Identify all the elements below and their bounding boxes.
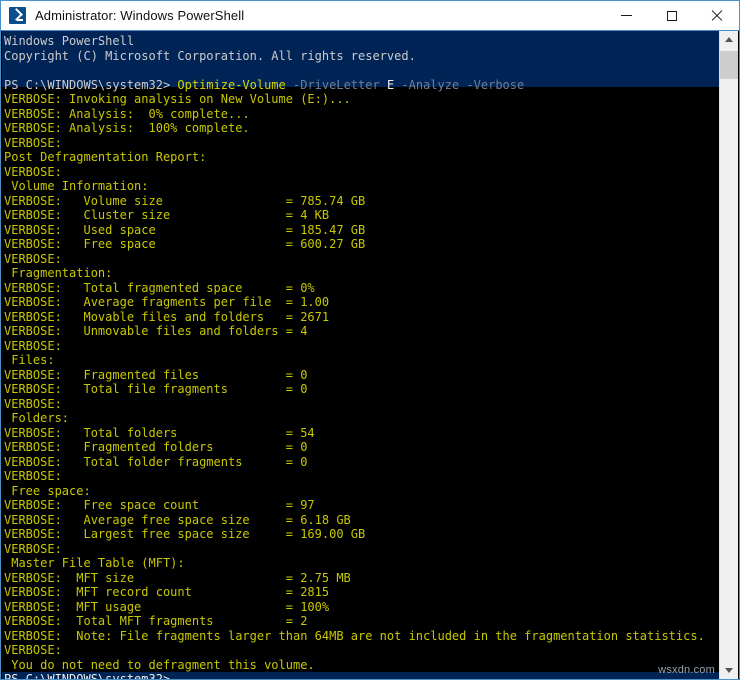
output-line: VERBOSE: Total file fragments = 0 bbox=[2, 382, 720, 397]
output-line: VERBOSE: Note: File fragments larger tha… bbox=[2, 629, 720, 644]
output-line: VERBOSE: Free space = 600.27 GB bbox=[2, 237, 720, 252]
trailing-prompts: PS C:\WINDOWS\system32>PS C:\WINDOWS\sys… bbox=[2, 672, 720, 679]
powershell-window: Administrator: Windows PowerShell Window… bbox=[0, 0, 740, 680]
output-line: VERBOSE: Largest free space size = 169.0… bbox=[2, 527, 720, 542]
output-line: Fragmentation: bbox=[2, 266, 720, 281]
output-line: You do not need to defragment this volum… bbox=[2, 658, 720, 673]
scroll-up-arrow-button[interactable] bbox=[720, 31, 738, 48]
output-line: VERBOSE: Average fragments per file = 1.… bbox=[2, 295, 720, 310]
output-line: VERBOSE: Invoking analysis on New Volume… bbox=[2, 92, 720, 107]
blank-line bbox=[2, 63, 720, 78]
minimize-button[interactable] bbox=[604, 1, 649, 30]
output-line: VERBOSE: Fragmented files = 0 bbox=[2, 368, 720, 383]
output-line: VERBOSE: bbox=[2, 643, 720, 658]
output-line: VERBOSE: MFT size = 2.75 MB bbox=[2, 571, 720, 586]
window-title: Administrator: Windows PowerShell bbox=[35, 8, 244, 23]
output-line: VERBOSE: bbox=[2, 339, 720, 354]
output-line: VERBOSE: Analysis: 0% complete... bbox=[2, 107, 720, 122]
output-line: VERBOSE: bbox=[2, 542, 720, 557]
output-line: Master File Table (MFT): bbox=[2, 556, 720, 571]
output-line: VERBOSE: Average free space size = 6.18 … bbox=[2, 513, 720, 528]
title-bar[interactable]: Administrator: Windows PowerShell bbox=[1, 1, 739, 31]
console-output-area[interactable]: Windows PowerShell Copyright (C) Microso… bbox=[2, 31, 720, 679]
command-name: Optimize-Volume bbox=[177, 78, 285, 92]
output-line: Files: bbox=[2, 353, 720, 368]
space-1 bbox=[286, 78, 293, 92]
scroll-down-arrow-icon bbox=[725, 668, 733, 673]
output-line: VERBOSE: Volume size = 785.74 GB bbox=[2, 194, 720, 209]
scrollbar-track[interactable] bbox=[720, 48, 738, 662]
output-line: VERBOSE: Free space count = 97 bbox=[2, 498, 720, 513]
output-line: VERBOSE: Total fragmented space = 0% bbox=[2, 281, 720, 296]
console-scrollbar[interactable] bbox=[719, 31, 738, 679]
output-line: VERBOSE: bbox=[2, 136, 720, 151]
output-line: VERBOSE: Total MFT fragments = 2 bbox=[2, 614, 720, 629]
output-line: VERBOSE: MFT usage = 100% bbox=[2, 600, 720, 615]
scroll-down-arrow-button[interactable] bbox=[720, 662, 738, 679]
close-icon bbox=[710, 9, 723, 22]
param-driveletter: -DriveLetter bbox=[293, 78, 380, 92]
minimize-icon bbox=[621, 15, 632, 16]
command-line: PS C:\WINDOWS\system32> Optimize-Volume … bbox=[2, 78, 720, 93]
output-line: VERBOSE: Used space = 185.47 GB bbox=[2, 223, 720, 238]
param-verbose: -Verbose bbox=[466, 78, 524, 92]
output-line: VERBOSE: Total folders = 54 bbox=[2, 426, 720, 441]
powershell-icon bbox=[9, 7, 26, 24]
output-line: VERBOSE: Movable files and folders = 267… bbox=[2, 310, 720, 325]
output-line: VERBOSE: bbox=[2, 397, 720, 412]
banner-line-1: Windows PowerShell bbox=[2, 34, 720, 49]
output-line: Post Defragmentation Report: bbox=[2, 150, 720, 165]
output-line: VERBOSE: bbox=[2, 165, 720, 180]
prompt-line[interactable]: PS C:\WINDOWS\system32> bbox=[2, 672, 720, 679]
output-line: VERBOSE: Unmovable files and folders = 4 bbox=[2, 324, 720, 339]
output-line: VERBOSE: Fragmented folders = 0 bbox=[2, 440, 720, 455]
output-line: VERBOSE: bbox=[2, 252, 720, 267]
output-line: VERBOSE: MFT record count = 2815 bbox=[2, 585, 720, 600]
prompt-text: PS C:\WINDOWS\system32> bbox=[4, 78, 177, 92]
output-line: Free space: bbox=[2, 484, 720, 499]
powershell-icon-underscore bbox=[17, 19, 23, 21]
close-button[interactable] bbox=[694, 1, 739, 30]
output-line: VERBOSE: Total folder fragments = 0 bbox=[2, 455, 720, 470]
output-line: VERBOSE: bbox=[2, 469, 720, 484]
output-line: Folders: bbox=[2, 411, 720, 426]
scrollbar-thumb[interactable] bbox=[720, 51, 738, 79]
maximize-button[interactable] bbox=[649, 1, 694, 30]
verbose-output: VERBOSE: Invoking analysis on New Volume… bbox=[2, 92, 720, 672]
maximize-icon bbox=[667, 11, 677, 21]
console-lines: Windows PowerShell Copyright (C) Microso… bbox=[2, 31, 720, 679]
watermark: wsxdn.com bbox=[658, 664, 715, 676]
banner-line-2: Copyright (C) Microsoft Corporation. All… bbox=[2, 49, 720, 64]
param-analyze: -Analyze bbox=[401, 78, 459, 92]
window-controls bbox=[604, 1, 739, 30]
output-line: Volume Information: bbox=[2, 179, 720, 194]
space-2 bbox=[380, 78, 387, 92]
output-line: VERBOSE: Analysis: 100% complete. bbox=[2, 121, 720, 136]
output-line: VERBOSE: Cluster size = 4 KB bbox=[2, 208, 720, 223]
scroll-up-arrow-icon bbox=[725, 37, 733, 42]
